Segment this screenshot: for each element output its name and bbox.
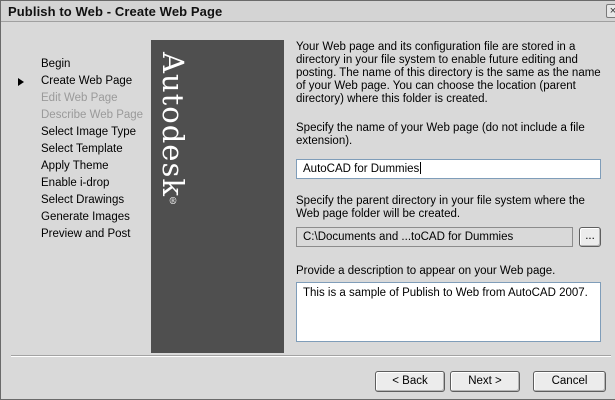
close-icon[interactable]: × xyxy=(606,4,615,18)
cancel-button[interactable]: Cancel xyxy=(533,371,606,392)
step-label: Preview and Post xyxy=(41,228,131,240)
step-label: Begin xyxy=(41,58,71,70)
parent-directory-field: C:\Documents and ...toCAD for Dummies xyxy=(296,227,573,247)
step-label: Edit Web Page xyxy=(41,92,118,104)
step-label: Apply Theme xyxy=(41,160,109,172)
step-enable-i-drop: Enable i-drop xyxy=(41,175,151,192)
web-page-name-input[interactable]: AutoCAD for Dummies xyxy=(296,159,601,179)
brand-panel: Autodesk® xyxy=(151,40,284,353)
text-caret xyxy=(420,162,422,174)
intro-text: Your Web page and its configuration file… xyxy=(296,41,601,105)
wizard-steps-list: Begin Create Web Page Edit Web Page Desc… xyxy=(18,56,151,243)
step-label: Select Template xyxy=(41,143,123,155)
step-apply-theme: Apply Theme xyxy=(41,158,151,175)
autodesk-logo: Autodesk® xyxy=(156,52,190,208)
step-begin: Begin xyxy=(41,56,151,73)
step-label: Enable i-drop xyxy=(41,177,110,189)
step-label: Create Web Page xyxy=(41,75,133,87)
step-label: Generate Images xyxy=(41,211,130,223)
step-select-image-type: Select Image Type xyxy=(41,124,151,141)
browse-directory-button[interactable]: ... xyxy=(579,227,601,247)
publish-to-web-dialog: Publish to Web - Create Web Page × Begin… xyxy=(0,0,615,400)
name-field-label: Specify the name of your Web page (do no… xyxy=(296,122,585,147)
step-label: Select Drawings xyxy=(41,194,125,206)
next-button[interactable]: Next > xyxy=(450,371,520,392)
step-select-template: Select Template xyxy=(41,141,151,158)
step-select-drawings: Select Drawings xyxy=(41,192,151,209)
footer-divider xyxy=(11,355,611,357)
window-title: Publish to Web - Create Web Page xyxy=(8,4,223,19)
title-bar: Publish to Web - Create Web Page × xyxy=(1,1,615,22)
step-label: Select Image Type xyxy=(41,126,137,138)
current-step-arrow-icon xyxy=(18,78,24,86)
step-preview-and-post: Preview and Post xyxy=(41,226,151,243)
web-page-description-textarea[interactable]: This is a sample of Publish to Web from … xyxy=(296,282,601,342)
description-field-label: Provide a description to appear on your … xyxy=(296,265,556,277)
back-button[interactable]: < Back xyxy=(375,371,445,392)
directory-field-label: Specify the parent directory in your fil… xyxy=(296,195,585,220)
step-generate-images: Generate Images xyxy=(41,209,151,226)
step-edit-web-page: Edit Web Page xyxy=(41,90,151,107)
step-describe-web-page: Describe Web Page xyxy=(41,107,151,124)
step-create-web-page: Create Web Page xyxy=(18,73,151,90)
step-label: Describe Web Page xyxy=(41,109,144,121)
